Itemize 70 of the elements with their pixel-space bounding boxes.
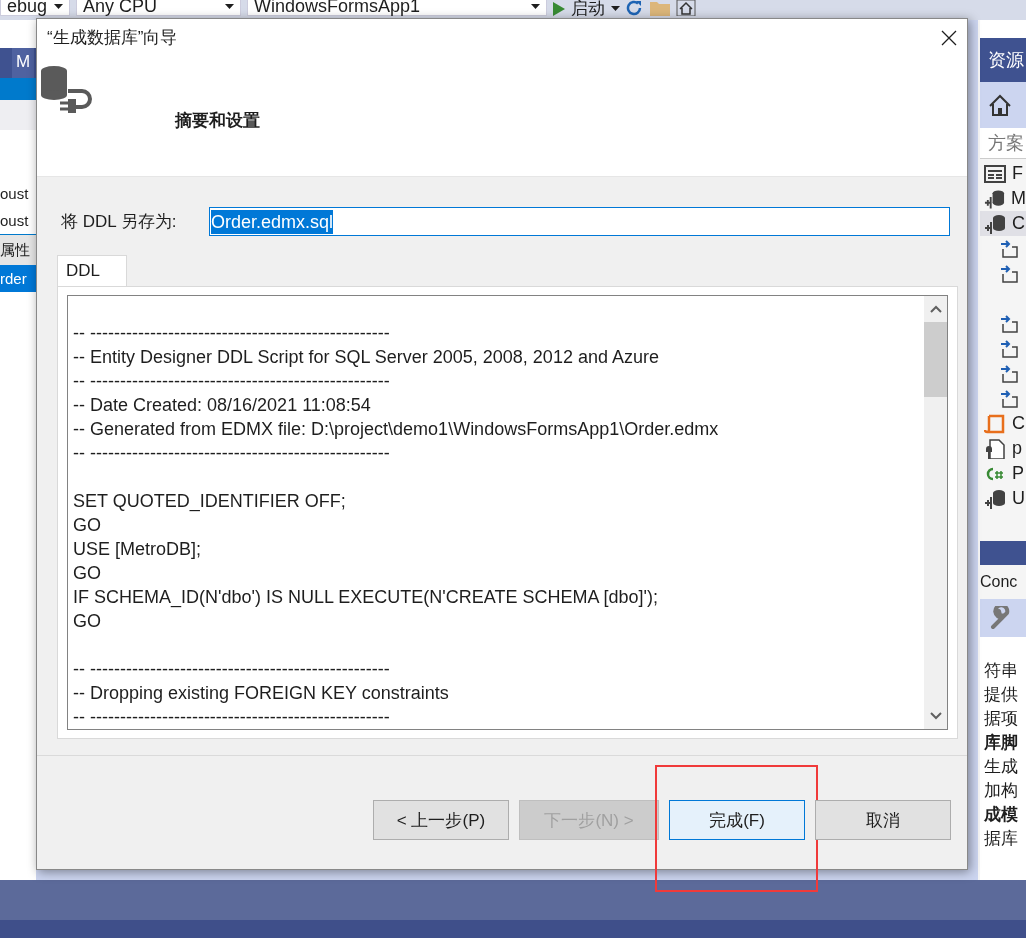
wizard-button[interactable]: < 上一步(P) <box>373 800 509 840</box>
config-icon <box>984 413 1006 434</box>
code-line: -- -------------------------------------------------- <box>73 322 391 345</box>
wizard-button[interactable]: 完成(F) <box>669 800 805 840</box>
tree-item[interactable]: U <box>1012 488 1025 509</box>
close-icon[interactable] <box>941 29 957 46</box>
code-line: -- -------------------------------------------------- <box>73 442 391 465</box>
home-icon <box>988 94 1012 116</box>
caret-icon <box>611 6 620 11</box>
code-line: -- -------------------------------------------------- <box>73 706 391 729</box>
description-text: 加构 <box>983 780 1019 802</box>
scrollbar[interactable] <box>924 296 947 729</box>
code-line: SET QUOTED_IDENTIFIER OFF; <box>73 490 347 513</box>
code-line: GO <box>73 562 102 585</box>
code-line: -- Date Created: 08/16/2021 11:08:54 <box>73 394 372 417</box>
tab[interactable]: DDL <box>57 255 127 286</box>
caret-icon <box>531 3 540 9</box>
file-name-field[interactable]: Order.edmx.sql <box>209 207 950 236</box>
field-label: 将 DDL 另存为: <box>61 211 178 233</box>
code-line: USE [MetroDB]; <box>73 538 203 561</box>
code-line: -- Dropping existing FOREIGN KEY constraints <box>73 682 450 705</box>
list-item[interactable]: oust <box>0 180 36 207</box>
panel-title: Conc <box>980 565 1026 599</box>
caret-icon <box>54 3 63 9</box>
list-item[interactable]: rder <box>0 265 36 292</box>
database-icon <box>984 488 1006 509</box>
code-line: GO <box>73 610 102 633</box>
code-line: -- Generated from EDMX file: D:\project\demo1\WindowsFormsApp1\Order.edmx <box>73 418 720 441</box>
code-line: -- -------------------------------------------------- <box>73 370 391 393</box>
scroll-up-icon <box>929 305 942 313</box>
accent-bar <box>0 78 36 100</box>
tree-item[interactable]: M <box>1011 188 1026 209</box>
description-text: 成模 <box>983 804 1019 826</box>
tree-item[interactable]: C <box>1012 213 1025 234</box>
description-text: 生成 <box>983 756 1019 778</box>
description-text: 库脚 <box>983 732 1019 754</box>
description-text: 符串 <box>983 660 1019 682</box>
panel-title-bar <box>980 541 1026 565</box>
refresh-icon <box>626 0 644 16</box>
description-text: 提供 <box>983 684 1019 706</box>
caret-icon <box>225 3 234 9</box>
code-line: -- -------------------------------------------------- <box>73 658 391 681</box>
tree-item[interactable]: C <box>1012 413 1025 434</box>
play-icon <box>553 1 565 16</box>
folder-icon <box>650 0 670 16</box>
description-text: 据库 <box>983 828 1019 850</box>
column-header[interactable]: 属性 <box>0 234 36 265</box>
description-text: 据项 <box>983 708 1019 730</box>
database-icon <box>984 213 1006 234</box>
code-line: IF SCHEMA_ID(N'dbo') IS NULL EXECUTE(N'CREATE SCHEMA [dbo]'); <box>73 586 659 609</box>
code-line: GO <box>73 514 102 537</box>
tree-item[interactable]: p <box>1012 438 1022 459</box>
page-heading: 摘要和设置 <box>175 109 260 132</box>
panel-title: 资源 <box>980 38 1026 82</box>
scroll-thumb[interactable] <box>924 322 947 397</box>
settings-file-icon <box>984 438 1006 459</box>
scroll-down-icon <box>929 712 942 720</box>
code-line: -- Entity Designer DDL Script for SQL Server 2005, 2008, 2012 and Azure <box>73 346 660 369</box>
list-item[interactable]: oust <box>0 207 36 234</box>
database-icon <box>984 188 1005 209</box>
wizard-button[interactable]: 取消 <box>815 800 951 840</box>
home-icon <box>676 0 696 16</box>
window-title: “生成数据库”向导 <box>47 27 178 50</box>
tree-item[interactable]: P <box>1012 463 1024 484</box>
dropdown[interactable]: Any CPU <box>76 0 241 16</box>
tree-item-highlight[interactable]: C <box>980 211 1026 236</box>
document-tab[interactable]: M <box>12 48 35 78</box>
tree-item[interactable]: F <box>1012 163 1023 184</box>
start-button[interactable]: 启动 <box>553 0 620 20</box>
form-icon <box>984 163 1006 184</box>
